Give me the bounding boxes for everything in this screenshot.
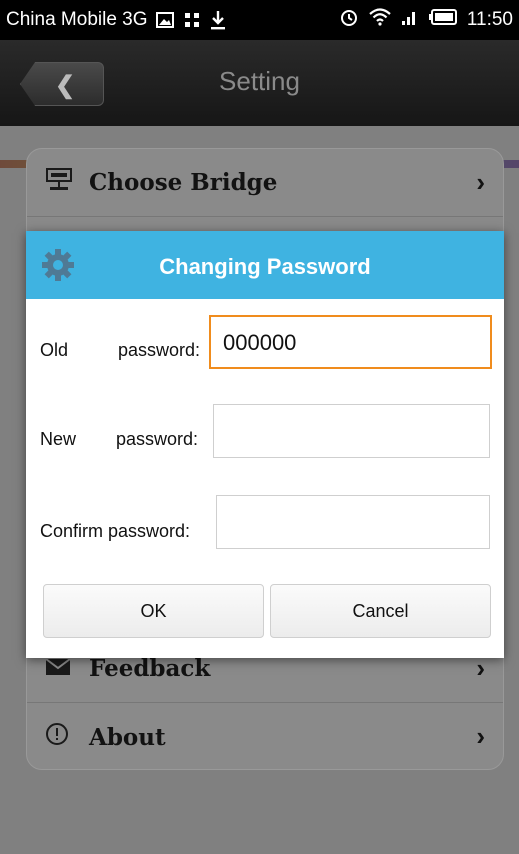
list-item-label: About	[89, 723, 166, 751]
alarm-icon	[339, 7, 359, 33]
ok-button[interactable]: OK	[43, 584, 264, 638]
confirm-password-input[interactable]	[216, 495, 490, 549]
info-icon	[45, 722, 75, 753]
list-item-choose-bridge[interactable]: Choose Bridge ›	[27, 149, 503, 217]
clock: 11:50	[466, 9, 513, 30]
status-bar: China Mobile 3G 11:50	[0, 0, 519, 40]
image-notification-icon	[155, 12, 174, 28]
carrier-label: China Mobile 3G	[6, 9, 148, 30]
chevron-right-icon: ›	[476, 721, 485, 751]
download-icon	[210, 10, 226, 30]
new-password-label-b: password:	[116, 429, 199, 449]
chevron-right-icon: ›	[476, 167, 485, 197]
battery-icon	[428, 9, 457, 31]
new-password-input[interactable]	[213, 404, 490, 458]
list-item-about[interactable]: About ›	[27, 703, 503, 769]
old-password-label-b: password:	[118, 340, 201, 360]
list-item-label: Feedback	[89, 655, 211, 682]
app-notification-icon	[184, 12, 200, 28]
page-title: Setting	[219, 66, 300, 96]
old-password-input[interactable]: 000000	[209, 315, 492, 369]
title-bar: ❮ Setting	[0, 40, 519, 168]
bridge-icon	[45, 166, 75, 199]
dialog-header: Changing Password	[26, 231, 504, 299]
cancel-button[interactable]: Cancel	[270, 584, 491, 638]
confirm-password-label: Confirm password:	[40, 521, 191, 541]
signal-icon	[401, 9, 419, 31]
change-password-dialog: Changing Password Old password: 000000 N…	[26, 231, 504, 658]
list-item-label: Choose Bridge	[89, 169, 278, 196]
wifi-icon	[369, 8, 391, 32]
old-password-label-a: Old	[40, 340, 69, 360]
dialog-title: Changing Password	[159, 254, 371, 279]
new-password-label-a: New	[40, 429, 77, 449]
envelope-icon	[45, 655, 75, 683]
